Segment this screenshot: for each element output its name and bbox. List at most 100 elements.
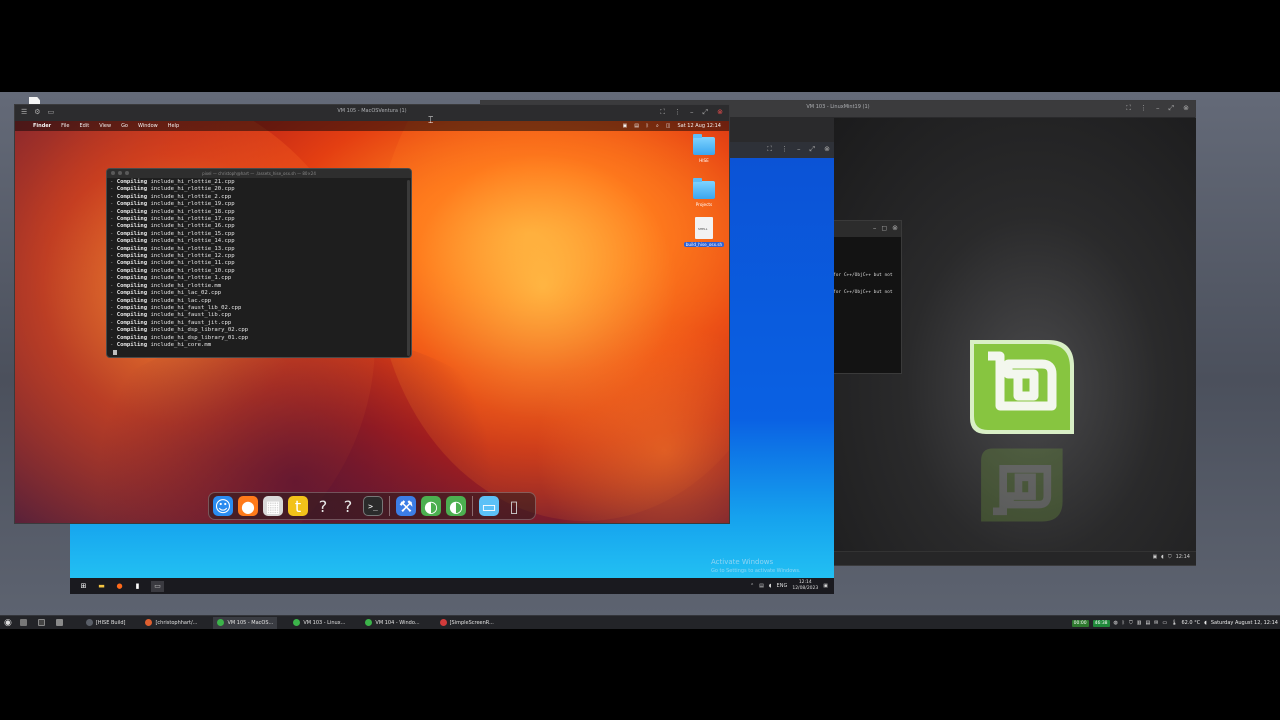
volume-icon[interactable]: ◖ <box>1161 554 1164 560</box>
mint-clock[interactable]: 12:14 <box>1176 554 1190 560</box>
terminal-output[interactable]: - Compiling include_hi_rlottie_21.cpp - C… <box>107 178 411 356</box>
mint-menu-button[interactable]: ◉ <box>0 617 16 629</box>
restore-icon[interactable]: ⤢ <box>810 145 816 154</box>
terminal-line: - Compiling include_hi_rlottie_16.cpp <box>110 223 408 230</box>
shield-icon[interactable]: ⛉ <box>1168 554 1172 560</box>
cpu-meter[interactable]: 00:00 <box>1071 619 1089 627</box>
minimize-icon[interactable]: – <box>797 145 801 154</box>
dock-launchpad-icon[interactable]: ▦ <box>263 496 283 516</box>
file-explorer-icon[interactable]: ▬ <box>97 582 106 591</box>
close-icon[interactable]: ⊗ <box>824 145 830 154</box>
host-taskbar: ◉ [HISE Build] [christophhart/... VM 105 -… <box>0 615 1280 629</box>
minimize-icon[interactable]: – <box>1156 104 1160 113</box>
terminal-line: - Compiling include_hi_rlottie_11.cpp <box>110 260 408 267</box>
files-launcher[interactable] <box>52 617 70 629</box>
maximize-icon[interactable]: ◻ <box>881 224 887 233</box>
dock-downloads-folder-icon[interactable]: ▭ <box>479 496 499 516</box>
firefox-icon[interactable]: ● <box>115 582 124 591</box>
terminal-icon[interactable]: ▭ <box>151 580 164 592</box>
document-icon[interactable]: ▮ <box>133 582 142 591</box>
bluetooth-icon[interactable]: ᛒ <box>646 123 649 129</box>
terminal-line-file: include_hi_rlottie_2.cpp <box>150 193 232 200</box>
show-desktop-button[interactable] <box>16 617 34 629</box>
notification-icon[interactable]: ▣ <box>823 583 828 589</box>
minimize-icon[interactable]: – <box>690 108 694 117</box>
vm-titlebar[interactable]: ☰ ⚙ ▭ VM 105 - MacOSVentura (1) ⛶ ⋮ – ⤢ … <box>15 105 729 121</box>
mail-icon[interactable]: ✉ <box>1154 620 1158 626</box>
taskbar-window-button[interactable]: [HISE Build] <box>82 617 130 629</box>
restore-icon[interactable]: ⤢ <box>1169 104 1175 113</box>
network-icon[interactable]: ◍ <box>1114 620 1118 626</box>
language-indicator[interactable]: ENG <box>777 583 788 589</box>
desktop-icon-hise[interactable]: HISE <box>684 134 724 163</box>
more-icon[interactable]: ⋮ <box>674 108 681 117</box>
dock-trash-icon[interactable]: ▯ <box>504 496 524 516</box>
dock-unknown-app-icon[interactable]: ? <box>313 496 333 516</box>
display-icon[interactable]: ▭ <box>1162 620 1167 626</box>
windows-clock[interactable]: 12:14 12/08/2023 <box>792 580 818 592</box>
search-icon[interactable]: ⌕ <box>656 123 659 129</box>
shield-icon[interactable]: ⛉ <box>1129 620 1133 626</box>
screen-icon[interactable]: ▣ <box>622 123 627 129</box>
windows-start-icon[interactable]: ⊞ <box>79 582 88 591</box>
menu-go[interactable]: Go <box>121 123 128 129</box>
chevron-up-icon[interactable]: ⌃ <box>750 583 754 589</box>
close-icon[interactable]: ⊗ <box>1183 104 1189 113</box>
dock-finder-icon[interactable]: ☺ <box>213 496 233 516</box>
volume-icon[interactable]: ◖ <box>1204 620 1207 626</box>
desktop-icon <box>19 619 27 626</box>
taskbar-window-button[interactable]: VM 104 - Windo... <box>361 617 423 629</box>
dock-unknown-app-icon[interactable]: ? <box>338 496 358 516</box>
fullscreen-icon[interactable]: ⛶ <box>1126 104 1131 113</box>
fullscreen-icon[interactable]: ⛶ <box>767 145 772 154</box>
more-icon[interactable]: ⋮ <box>781 145 788 154</box>
terminal-titlebar[interactable]: – ◻ ⊗ <box>833 221 901 237</box>
bluetooth-icon[interactable]: ᛒ <box>1122 620 1125 626</box>
terminal-launcher[interactable] <box>34 617 52 629</box>
terminal-bullet: - <box>110 179 117 185</box>
menu-help[interactable]: Help <box>168 123 179 129</box>
desktop-icon-projects[interactable]: Projects <box>684 178 724 207</box>
minimize-icon[interactable]: – <box>873 224 877 233</box>
menu-edit[interactable]: Edit <box>80 123 90 129</box>
terminal-titlebar[interactable]: pixel — christoph@hart — ./assets_hise_o… <box>107 169 411 178</box>
close-icon[interactable]: ⊗ <box>892 224 898 233</box>
keyboard-icon[interactable]: ▤ <box>634 123 639 129</box>
dock-firefox-icon[interactable]: ● <box>238 496 258 516</box>
dock-xcode-icon[interactable]: ⚒ <box>396 496 416 516</box>
control-center-icon[interactable]: ◫ <box>666 123 671 129</box>
close-icon[interactable]: ⊗ <box>717 108 723 117</box>
taskbar-window-button[interactable]: [christophhart/... <box>141 617 201 629</box>
restore-icon[interactable]: ⤢ <box>703 108 709 117</box>
taskbar-window-button[interactable]: [SimpleScreenR... <box>436 617 498 629</box>
more-icon[interactable]: ⋮ <box>1140 104 1147 113</box>
terminal-window[interactable]: pixel — christoph@hart — ./assets_hise_o… <box>106 168 412 358</box>
menubar-clock[interactable]: Sat 12 Aug 12:14 <box>677 123 721 129</box>
terminal-line: - Compiling include_hi_rlottie_14.cpp <box>110 238 408 245</box>
desktop-icon-build-script[interactable]: build_hise_osx.sh <box>684 217 724 247</box>
fullscreen-icon[interactable]: ⛶ <box>660 108 665 117</box>
tray-icon[interactable]: ▣ <box>1152 554 1157 560</box>
keyboard-icon[interactable]: ▤ <box>1145 620 1150 626</box>
dock-reaper-icon[interactable]: ◐ <box>421 496 441 516</box>
terminal-bullet: - <box>110 216 117 223</box>
mem-meter[interactable]: 46:38 <box>1092 619 1110 627</box>
menu-finder[interactable]: Finder <box>33 123 51 129</box>
taskbar-window-button[interactable]: VM 103 - Linux... <box>289 617 349 629</box>
network-icon[interactable]: ▤ <box>759 583 764 589</box>
windows-taskbar: ⊞ ▬ ● ▮ ▭ ⌃ ▤ ◖ ENG 12:14 12/08/2023 ▣ <box>70 578 834 594</box>
menu-view[interactable]: View <box>99 123 111 129</box>
host-clock[interactable]: Saturday August 12, 12:14 <box>1211 620 1278 626</box>
volume-icon[interactable]: ◖ <box>769 583 772 589</box>
terminal-line: - Compiling include_hi_rlottie.mm <box>110 283 408 290</box>
dock-reaper-icon-2[interactable]: ◐ <box>446 496 466 516</box>
mint-terminal-window[interactable]: – ◻ ⊗ for C++/ObjC++ but not for C++/Obj… <box>832 220 902 374</box>
terminal-scrollbar[interactable] <box>407 180 410 356</box>
menu-file[interactable]: File <box>61 123 69 129</box>
dock-terminal-icon[interactable]: >_ <box>363 496 383 516</box>
menu-window[interactable]: Window <box>138 123 158 129</box>
lock-icon[interactable]: ▥ <box>1137 620 1142 626</box>
terminal-line-file: include_hi_rlottie_21.cpp <box>150 179 235 185</box>
dock-t-app-icon[interactable]: t <box>288 496 308 516</box>
taskbar-window-button[interactable]: VM 105 - MacOS... <box>213 616 278 629</box>
